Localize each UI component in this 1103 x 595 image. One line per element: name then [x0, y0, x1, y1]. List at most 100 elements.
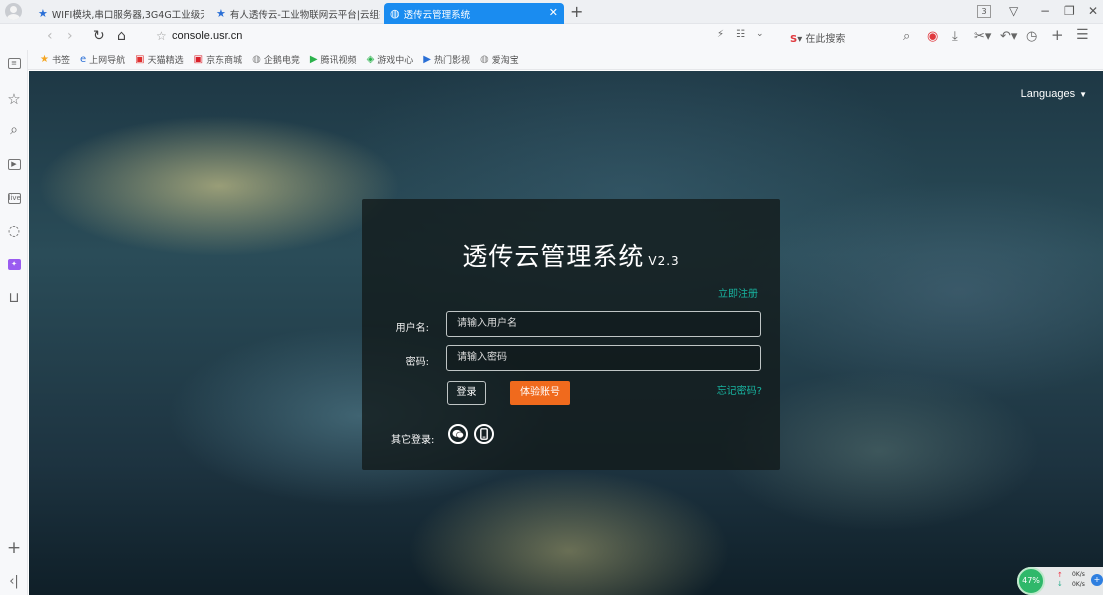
login-button[interactable]: 登录 — [447, 381, 486, 405]
jd-icon: ▣ — [193, 54, 204, 65]
home-icon[interactable]: ⌂ — [117, 28, 126, 44]
bookmark-label: 书签 — [51, 56, 70, 66]
tab-count-badge[interactable]: 3 — [977, 5, 991, 18]
upload-speed: 0K/s — [1072, 571, 1085, 578]
username-input[interactable]: 请输入用户名 — [446, 311, 761, 337]
play-icon: ▶ — [309, 54, 318, 65]
bookmark-item[interactable]: ◈ 游戏中心 — [367, 53, 414, 66]
languages-dropdown[interactable]: Languages ▼ — [1021, 88, 1087, 100]
play-icon: ▶ — [423, 54, 431, 65]
add-icon[interactable]: + — [1051, 26, 1064, 44]
languages-label: Languages — [1020, 88, 1076, 100]
page-title: 透传云管理系统 V2.3 — [362, 237, 780, 273]
sidebar-add-icon[interactable]: + — [0, 538, 28, 558]
scissors-icon[interactable]: ✂▾ — [974, 29, 991, 44]
bookmark-label: 京东商城 — [206, 56, 243, 66]
search-icon[interactable]: ⌕ — [903, 29, 910, 44]
login-panel: 透传云管理系统 V2.3 立即注册 用户名: 请输入用户名 密码: 请输入密码 登… — [362, 199, 780, 470]
history-icon[interactable]: ◷ — [1026, 29, 1037, 44]
other-login-label: 其它登录: — [391, 435, 435, 446]
sidebar-app-icon[interactable]: ✦ — [0, 259, 28, 270]
bookmark-label: 爱淘宝 — [491, 56, 519, 66]
tab-title: 有人透传云-工业物联网云平台|云组态 — [229, 9, 380, 21]
sidebar-search-icon[interactable]: ⌕ — [0, 122, 28, 138]
bookmark-label: 热门影视 — [433, 56, 470, 66]
download-speed: 0K/s — [1072, 581, 1085, 588]
forgot-password-link[interactable]: 忘记密码? — [717, 382, 762, 397]
username-label: 用户名: — [395, 323, 429, 334]
close-window-icon[interactable]: ✕ — [1088, 4, 1098, 18]
trial-account-button[interactable]: 体验账号 — [510, 381, 570, 405]
bookmark-label: 天猫精选 — [147, 56, 184, 66]
tab-console[interactable]: ◍ 透传云管理系统 ✕ — [384, 3, 564, 24]
register-link[interactable]: 立即注册 — [718, 285, 758, 300]
forward-icon[interactable]: › — [67, 28, 73, 44]
bookmark-item[interactable]: ▣ 京东商城 — [194, 53, 242, 66]
bookmark-item[interactable]: ◍ 企鹅电竞 — [252, 53, 300, 66]
new-tab-button[interactable]: + — [570, 2, 583, 21]
memory-usage-badge: 47% — [1017, 567, 1045, 595]
bookmark-label: 游戏中心 — [377, 56, 414, 66]
bookmark-label: 上网导航 — [89, 56, 126, 66]
bookmark-item[interactable]: ▣ 天猫精选 — [135, 53, 183, 66]
back-icon[interactable]: ‹ — [47, 28, 53, 44]
tab-title: WIFI模块,串口服务器,3G4G工业级无 — [51, 9, 204, 21]
star-icon: ★ — [40, 54, 49, 65]
caret-down-icon: ▼ — [1079, 90, 1087, 99]
bookmark-folder[interactable]: ★ 书签 — [40, 53, 70, 66]
lightning-icon[interactable]: ⚡ — [717, 29, 724, 40]
sidebar-favorites-icon[interactable]: ☆ — [0, 90, 28, 108]
bookmark-item[interactable]: ▶ 热门影视 — [423, 53, 470, 66]
bookmark-star-icon[interactable]: ☆ — [156, 29, 167, 43]
upload-arrow-icon: ↑ — [1057, 571, 1063, 579]
game-icon[interactable]: ◉ — [927, 29, 938, 44]
tab-usr-cloud[interactable]: ★ 有人透传云-工业物联网云平台|云组态 — [210, 3, 380, 24]
sidebar-video-icon[interactable]: ▶ — [0, 159, 28, 170]
reload-icon[interactable]: ↻ — [93, 28, 105, 44]
search-field[interactable]: S▾ 在此搜索 — [790, 30, 845, 45]
wechat-login-icon[interactable] — [448, 424, 468, 444]
password-input[interactable]: 请输入密码 — [446, 345, 761, 371]
address-bar: ‹ › ↻ ⌂ ☆ console.usr.cn ⚡ ☷ ⌄ S▾ 在此搜索 ⌕… — [0, 24, 1103, 50]
reader-icon[interactable]: ☷ — [736, 29, 745, 40]
chevron-down-icon[interactable]: ⌄ — [756, 29, 764, 39]
bookmark-label: 腾讯视频 — [320, 56, 357, 66]
sidebar-tabs-icon[interactable]: ≡ — [0, 58, 28, 69]
globe-icon: ◍ — [480, 54, 489, 65]
tmall-icon: ▣ — [135, 54, 145, 65]
restore-icon[interactable]: ❐ — [1064, 4, 1075, 18]
bookmark-item[interactable]: ▶ 腾讯视频 — [310, 53, 357, 66]
bookmark-item[interactable]: e 上网导航 — [80, 53, 125, 66]
sidebar-live-icon[interactable]: live — [0, 193, 28, 204]
gamepad-icon: ◈ — [366, 54, 375, 65]
phone-login-icon[interactable] — [474, 424, 494, 444]
sidebar-chat-icon[interactable]: ◌ — [0, 223, 28, 239]
boost-icon[interactable]: + — [1091, 574, 1103, 586]
title-text: 透传云管理系统 — [462, 242, 645, 271]
password-label: 密码: — [405, 357, 429, 368]
globe-icon: ◍ — [252, 54, 261, 65]
ie-icon: e — [79, 54, 87, 65]
minimize-icon[interactable]: − — [1040, 4, 1050, 18]
sidebar-cart-icon[interactable]: ⊔ — [0, 290, 28, 306]
globe-icon: ◍ — [390, 7, 400, 20]
menu-icon[interactable]: ☰ — [1076, 27, 1089, 43]
net-speed-values: 0K/s 0K/s — [1072, 570, 1085, 590]
tab-close-icon[interactable]: ✕ — [549, 6, 558, 19]
tab-title: 透传云管理系统 — [403, 9, 471, 21]
bookmark-item[interactable]: ◍ 爱淘宝 — [480, 53, 519, 66]
version-label: V2.3 — [648, 254, 680, 268]
download-arrow-icon: ↓ — [1057, 580, 1063, 588]
url-field[interactable]: console.usr.cn — [172, 30, 242, 42]
shield-icon[interactable]: ▽ — [1009, 4, 1018, 18]
network-speed-widget[interactable]: 47% ↑ ↓ 0K/s 0K/s + — [1017, 567, 1103, 595]
search-engine-icon: S — [790, 34, 798, 45]
page-content: Languages ▼ 透传云管理系统 V2.3 立即注册 用户名: 请输入用户名 … — [29, 71, 1103, 595]
sidebar-collapse-icon[interactable]: ‹| — [0, 574, 28, 589]
download-icon[interactable]: ⤓ — [952, 29, 958, 44]
usr-logo-icon: ★ — [216, 7, 226, 20]
user-avatar-icon[interactable] — [5, 3, 22, 20]
search-placeholder: 在此搜索 — [805, 34, 846, 45]
undo-icon[interactable]: ↶▾ — [1000, 29, 1017, 44]
tab-wifi-module[interactable]: ★ WIFI模块,串口服务器,3G4G工业级无 — [32, 3, 204, 24]
